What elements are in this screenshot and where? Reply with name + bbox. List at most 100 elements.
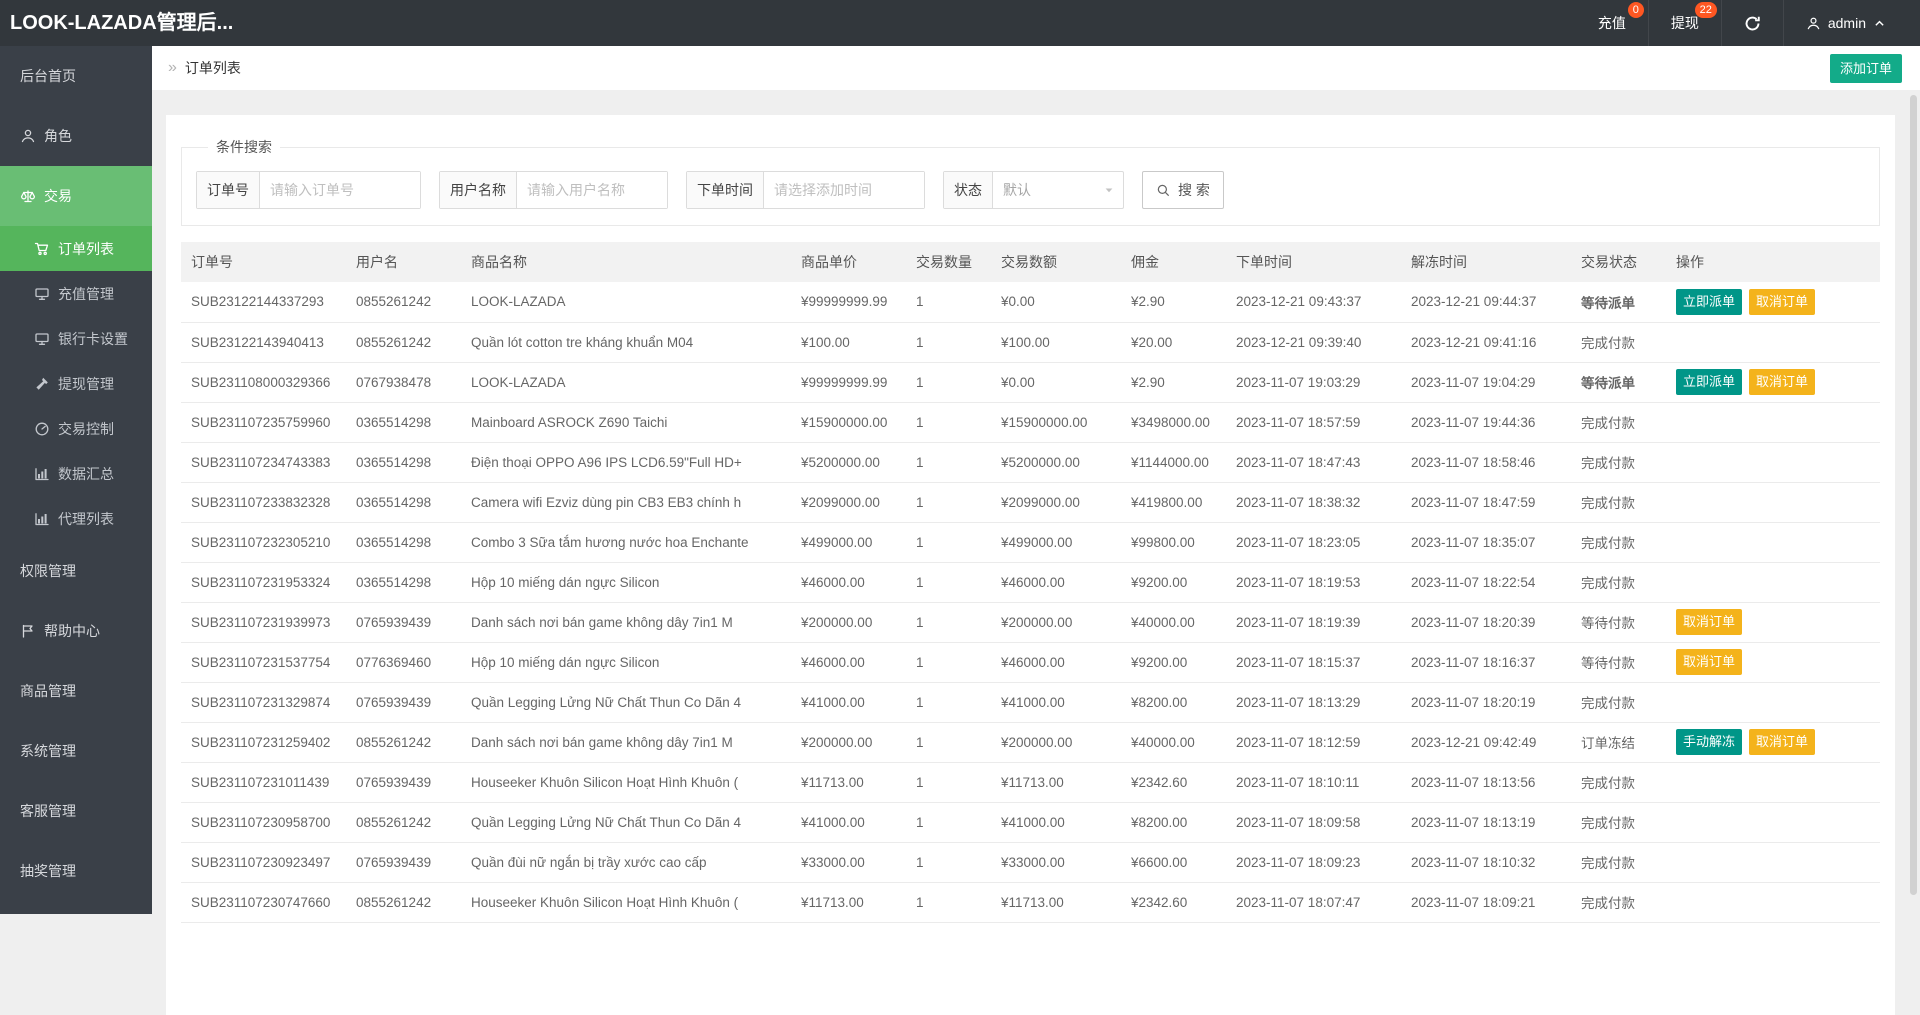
sidebar-item-后台首页[interactable]: 后台首页 bbox=[0, 46, 152, 106]
main-area: » 订单列表 添加订单 条件搜索 订单号 用户名称 下单时间 bbox=[152, 46, 1920, 914]
unfreeze-time-cell: 2023-12-21 09:42:49 bbox=[1401, 722, 1571, 762]
product-cell: Quần Legging Lửng Nữ Chất Thun Co Dãn 4 bbox=[461, 682, 791, 722]
search-fieldset: 条件搜索 订单号 用户名称 下单时间 状态 默认 bbox=[181, 137, 1880, 226]
status-cell: 完成付款 bbox=[1571, 522, 1666, 562]
cancel-order-button[interactable]: 取消订单 bbox=[1676, 609, 1742, 635]
unfreeze-time-cell: 2023-11-07 18:13:56 bbox=[1401, 762, 1571, 802]
user-name-field-group: 用户名称 bbox=[439, 171, 668, 209]
commission-cell: ¥8200.00 bbox=[1121, 682, 1226, 722]
price-cell: ¥99999999.99 bbox=[791, 282, 906, 322]
cancel-order-button[interactable]: 取消订单 bbox=[1749, 289, 1815, 315]
actions-cell: 立即派单取消订单 bbox=[1666, 362, 1880, 402]
unfreeze-time-cell: 2023-11-07 18:10:32 bbox=[1401, 842, 1571, 882]
actions-cell bbox=[1666, 482, 1880, 522]
sidebar-item-数据汇总[interactable]: 数据汇总 bbox=[0, 451, 152, 496]
order-no-input[interactable] bbox=[260, 172, 420, 208]
unfreeze-time-cell: 2023-11-07 18:09:21 bbox=[1401, 882, 1571, 922]
cart-icon bbox=[34, 241, 50, 257]
sidebar-item-权限管理[interactable]: 权限管理 bbox=[0, 541, 152, 601]
order-time-cell: 2023-11-07 18:09:23 bbox=[1226, 842, 1401, 882]
commission-cell: ¥2342.60 bbox=[1121, 882, 1226, 922]
column-header: 交易数量 bbox=[906, 242, 991, 282]
refresh-button[interactable] bbox=[1721, 0, 1783, 46]
cancel-order-button[interactable]: 取消订单 bbox=[1676, 649, 1742, 675]
order-time-cell: 2023-11-07 18:38:32 bbox=[1226, 482, 1401, 522]
amount-cell: ¥11713.00 bbox=[991, 882, 1121, 922]
product-cell: Danh sách nơi bán game không dây 7in1 M bbox=[461, 602, 791, 642]
dispatch-now-button[interactable]: 立即派单 bbox=[1676, 289, 1742, 315]
product-cell: Camera wifi Ezviz dùng pin CB3 EB3 chính… bbox=[461, 482, 791, 522]
amount-cell: ¥15900000.00 bbox=[991, 402, 1121, 442]
sidebar-item-充值管理[interactable]: 充值管理 bbox=[0, 271, 152, 316]
actions-cell: 取消订单 bbox=[1666, 602, 1880, 642]
order-no-cell: SUB231107234743383 bbox=[181, 442, 346, 482]
order-time-input[interactable] bbox=[764, 172, 924, 208]
order-no-cell: SUB231107230958700 bbox=[181, 802, 346, 842]
cancel-order-button[interactable]: 取消订单 bbox=[1749, 369, 1815, 395]
product-cell: Houseeker Khuôn Silicon Hoạt Hình Khuôn … bbox=[461, 882, 791, 922]
commission-cell: ¥2.90 bbox=[1121, 362, 1226, 402]
sidebar-item-帮助中心[interactable]: 帮助中心 bbox=[0, 601, 152, 661]
table-row: SUB2311072312594020855261242Danh sách nơ… bbox=[181, 722, 1880, 762]
sidebar-item-抽奖管理[interactable]: 抽奖管理 bbox=[0, 841, 152, 901]
sidebar-item-客服管理[interactable]: 客服管理 bbox=[0, 781, 152, 841]
table-row: SUB2311072357599600365514298Mainboard AS… bbox=[181, 402, 1880, 442]
sidebar-item-label: 角色 bbox=[44, 126, 72, 146]
sidebar-item-银行卡设置[interactable]: 银行卡设置 bbox=[0, 316, 152, 361]
commission-cell: ¥2342.60 bbox=[1121, 762, 1226, 802]
table-row: SUB2311072338323280365514298Camera wifi … bbox=[181, 482, 1880, 522]
sidebar-item-label: 后台首页 bbox=[20, 66, 76, 86]
amount-cell: ¥33000.00 bbox=[991, 842, 1121, 882]
withdraw-menu-item[interactable]: 提现 22 bbox=[1648, 0, 1721, 46]
status-cell: 完成付款 bbox=[1571, 762, 1666, 802]
amount-cell: ¥46000.00 bbox=[991, 562, 1121, 602]
sidebar-item-商品管理[interactable]: 商品管理 bbox=[0, 661, 152, 721]
actions-cell: 立即派单取消订单 bbox=[1666, 282, 1880, 322]
table-row: SUB2311072315377540776369460Hộp 10 miếng… bbox=[181, 642, 1880, 682]
status-select[interactable]: 默认 bbox=[993, 172, 1123, 208]
gauge-icon bbox=[34, 421, 50, 437]
recharge-label: 充值 bbox=[1598, 13, 1626, 33]
status-cell: 完成付款 bbox=[1571, 682, 1666, 722]
monitor-icon bbox=[34, 286, 50, 302]
sidebar-item-代理列表[interactable]: 代理列表 bbox=[0, 496, 152, 541]
user-cell: 0855261242 bbox=[346, 882, 461, 922]
search-button[interactable]: 搜 索 bbox=[1142, 171, 1224, 209]
user-name-input[interactable] bbox=[517, 172, 667, 208]
vertical-scrollbar-thumb[interactable] bbox=[1910, 95, 1917, 895]
actions-cell bbox=[1666, 682, 1880, 722]
status-cell: 完成付款 bbox=[1571, 842, 1666, 882]
product-cell: Điện thoại OPPO A96 IPS LCD6.59"Full HD+ bbox=[461, 442, 791, 482]
sidebar-item-交易控制[interactable]: 交易控制 bbox=[0, 406, 152, 451]
qty-cell: 1 bbox=[906, 722, 991, 762]
recharge-menu-item[interactable]: 充值 0 bbox=[1576, 0, 1648, 46]
unfreeze-time-cell: 2023-11-07 18:35:07 bbox=[1401, 522, 1571, 562]
sidebar-item-交易[interactable]: 交易 bbox=[0, 166, 152, 226]
sidebar-item-角色[interactable]: 角色 bbox=[0, 106, 152, 166]
table-row: SUB2311072319533240365514298Hộp 10 miếng… bbox=[181, 562, 1880, 602]
status-cell: 完成付款 bbox=[1571, 562, 1666, 602]
product-cell: LOOK-LAZADA bbox=[461, 362, 791, 402]
order-no-cell: SUB231107233832328 bbox=[181, 482, 346, 522]
amount-cell: ¥41000.00 bbox=[991, 802, 1121, 842]
order-time-cell: 2023-11-07 18:10:11 bbox=[1226, 762, 1401, 802]
amount-cell: ¥5200000.00 bbox=[991, 442, 1121, 482]
qty-cell: 1 bbox=[906, 602, 991, 642]
page-title: 订单列表 bbox=[185, 58, 241, 78]
status-cell: 完成付款 bbox=[1571, 322, 1666, 362]
admin-user-menu[interactable]: admin bbox=[1783, 0, 1908, 46]
sidebar-item-系统管理[interactable]: 系统管理 bbox=[0, 721, 152, 781]
qty-cell: 1 bbox=[906, 482, 991, 522]
sidebar-item-提现管理[interactable]: 提现管理 bbox=[0, 361, 152, 406]
dispatch-now-button[interactable]: 立即派单 bbox=[1676, 369, 1742, 395]
commission-cell: ¥40000.00 bbox=[1121, 722, 1226, 762]
order-no-cell: SUB231107230923497 bbox=[181, 842, 346, 882]
manual-unfreeze-button[interactable]: 手动解冻 bbox=[1676, 729, 1742, 755]
price-cell: ¥11713.00 bbox=[791, 882, 906, 922]
add-order-button[interactable]: 添加订单 bbox=[1830, 54, 1902, 83]
table-row: SUB2311080003293660767938478LOOK-LAZADA¥… bbox=[181, 362, 1880, 402]
cancel-order-button[interactable]: 取消订单 bbox=[1749, 729, 1815, 755]
user-cell: 0365514298 bbox=[346, 522, 461, 562]
sidebar-item-订单列表[interactable]: 订单列表 bbox=[0, 226, 152, 271]
column-header: 操作 bbox=[1666, 242, 1880, 282]
